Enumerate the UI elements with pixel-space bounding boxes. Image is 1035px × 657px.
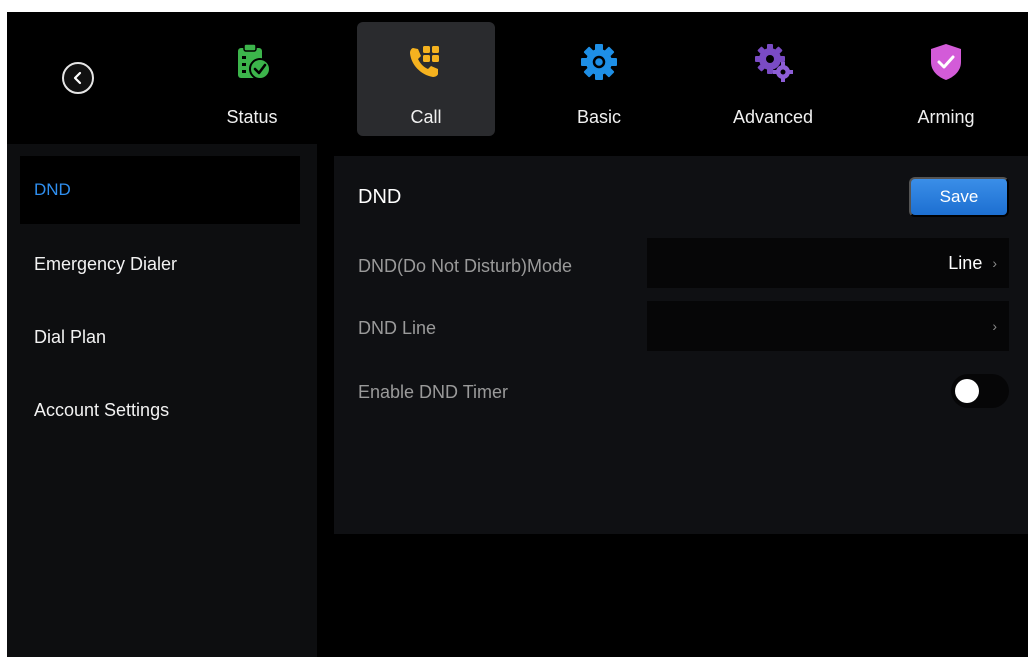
dnd-mode-label: DND(Do Not Disturb)Mode [358, 256, 573, 276]
chevron-left-icon [73, 71, 82, 85]
dnd-line-select[interactable]: › [647, 301, 1009, 351]
sidebar: DND Emergency Dialer Dial Plan Account S… [7, 144, 317, 657]
nav-tab-arming[interactable]: Arming [877, 22, 1015, 136]
gears-icon [755, 44, 793, 82]
nav-tab-label: Arming [917, 107, 975, 127]
dnd-timer-label: Enable DND Timer [358, 382, 509, 402]
device-screen: Status Call Basic Advanced Arming DND Em… [7, 12, 1028, 657]
chevron-right-icon: › [992, 255, 997, 271]
save-button[interactable]: Save [909, 177, 1009, 217]
phone-dialpad-icon [410, 46, 439, 77]
sidebar-item-account-settings[interactable]: Account Settings [20, 376, 300, 444]
sidebar-item-label: Account Settings [34, 399, 170, 420]
nav-tab-call[interactable]: Call [357, 22, 495, 136]
nav-tab-advanced[interactable]: Advanced [704, 22, 842, 136]
sidebar-item-label: Emergency Dialer [34, 253, 178, 274]
nav-tab-basic[interactable]: Basic [530, 22, 668, 136]
nav-tab-label: Call [410, 107, 442, 127]
dnd-timer-toggle[interactable] [951, 374, 1009, 408]
sidebar-item-emergency-dialer[interactable]: Emergency Dialer [20, 230, 300, 298]
gear-icon [581, 44, 617, 80]
back-button[interactable] [62, 62, 94, 94]
clipboard-check-icon [238, 43, 271, 80]
nav-tab-label: Advanced [732, 107, 814, 127]
toggle-knob [955, 379, 979, 403]
shield-check-icon [931, 44, 961, 80]
sidebar-item-label: DND [34, 180, 71, 199]
nav-tab-status[interactable]: Status [183, 22, 321, 136]
sidebar-item-dnd[interactable]: DND [20, 156, 300, 224]
page-title: DND [358, 186, 402, 208]
chevron-right-icon: › [992, 318, 997, 334]
nav-tab-label: Status [226, 107, 278, 127]
dnd-mode-value: Line [948, 252, 983, 273]
nav-tab-label: Basic [576, 107, 621, 127]
sidebar-item-label: Dial Plan [34, 326, 107, 347]
dnd-line-label: DND Line [358, 318, 437, 338]
dnd-settings-panel: DND Save DND(Do Not Disturb)Mode Line › … [334, 156, 1028, 534]
sidebar-item-dial-plan[interactable]: Dial Plan [20, 303, 300, 371]
top-nav: Status Call Basic Advanced Arming [7, 12, 1028, 142]
dnd-mode-select[interactable]: Line › [647, 238, 1009, 288]
